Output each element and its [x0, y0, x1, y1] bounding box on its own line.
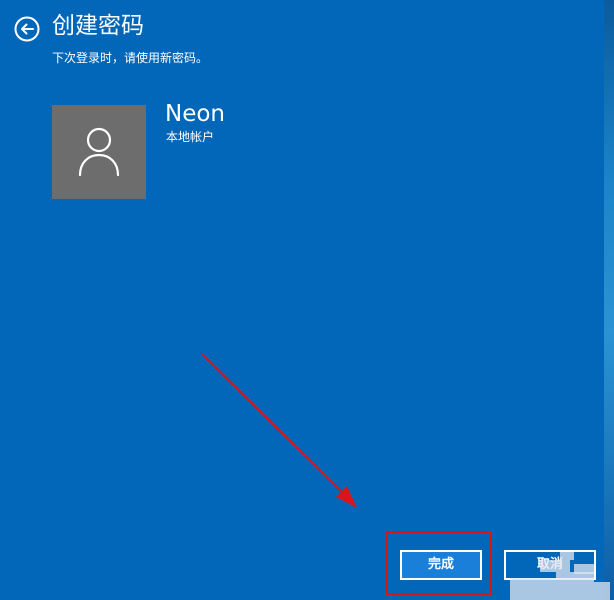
- page-title: 创建密码: [52, 13, 144, 39]
- desktop-edge: [604, 0, 614, 600]
- avatar: [52, 105, 146, 199]
- back-button[interactable]: [14, 16, 40, 42]
- create-password-screen: 创建密码 下次登录时，请使用新密码。 Neon 本地帐户 完成 取消: [0, 0, 614, 600]
- annotation-arrow: [201, 353, 357, 508]
- finish-button[interactable]: 完成: [400, 550, 482, 580]
- account-type: 本地帐户: [166, 130, 215, 144]
- page-subtitle: 下次登录时，请使用新密码。: [52, 51, 209, 65]
- user-name: Neon: [165, 101, 226, 127]
- user-silhouette-icon: [78, 127, 120, 177]
- cancel-button[interactable]: 取消: [504, 550, 596, 580]
- back-arrow-icon: [14, 16, 40, 42]
